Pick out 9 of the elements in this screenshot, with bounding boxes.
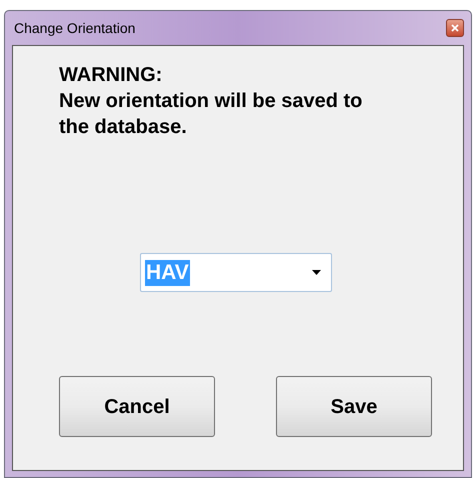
dropdown-value: HAV: [145, 260, 190, 286]
save-button[interactable]: Save: [276, 376, 432, 437]
close-button[interactable]: [446, 19, 464, 37]
warning-message: New orientation will be saved to the database.: [59, 89, 364, 140]
caret-icon: [312, 270, 321, 275]
warning-heading: WARNING:: [59, 63, 164, 88]
close-icon: [451, 24, 459, 32]
cancel-button[interactable]: Cancel: [59, 376, 215, 437]
window-title: Change Orientation: [13, 18, 136, 38]
